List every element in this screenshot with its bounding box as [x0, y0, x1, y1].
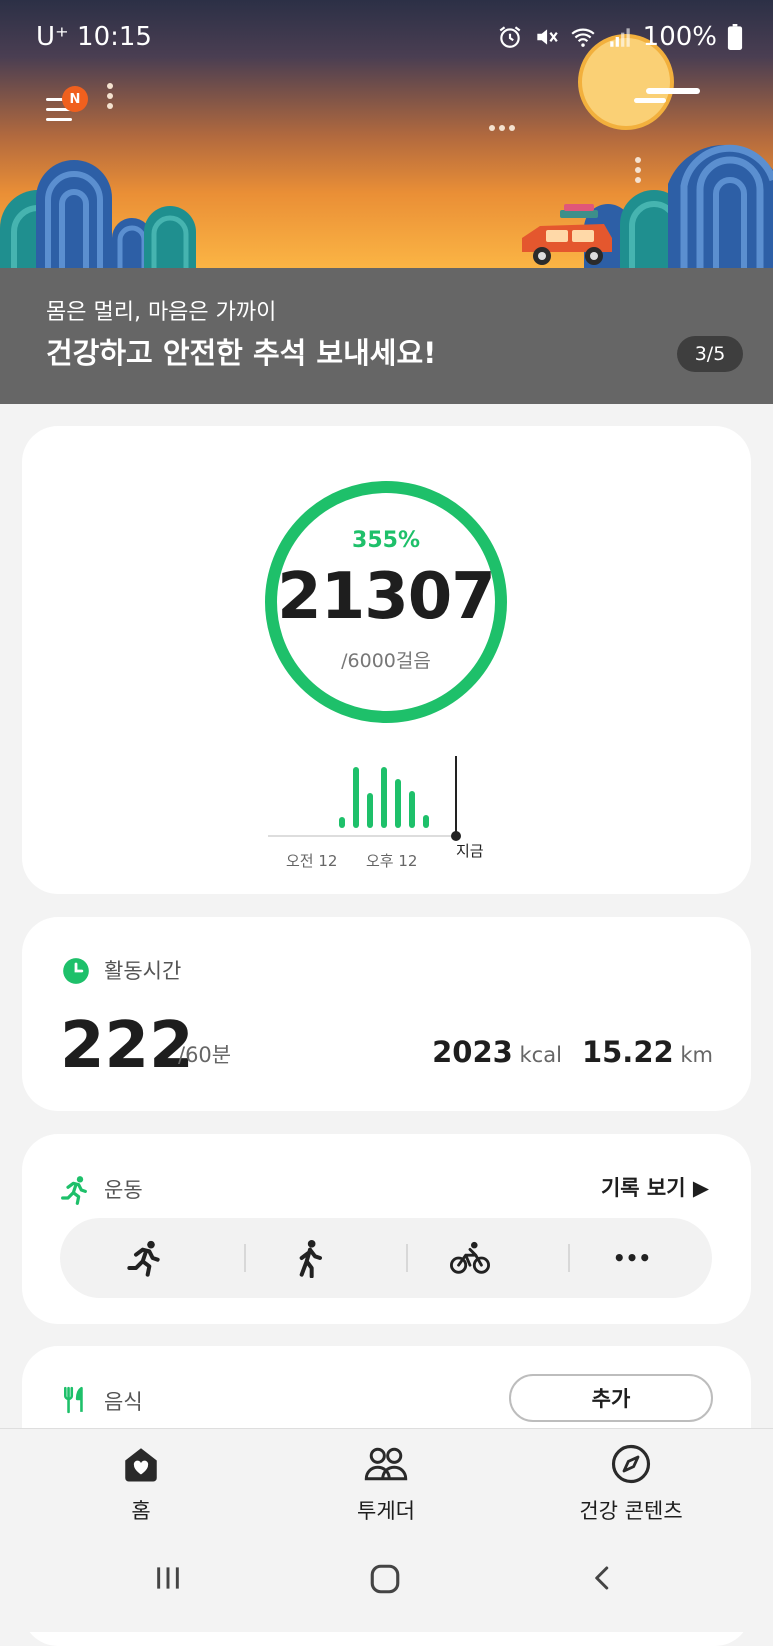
battery-icon [727, 24, 743, 50]
clock: 10:15 [77, 22, 152, 52]
activity-stats: 2023 kcal 15.22 km [432, 1035, 713, 1069]
clock-icon [63, 958, 89, 984]
system-navigation-bar [0, 1528, 773, 1632]
activity-goal: /60분 [178, 1043, 232, 1067]
food-title: 음식 [104, 1390, 143, 1414]
notification-badge: N [62, 86, 88, 112]
battery-percent: 100% [642, 22, 717, 52]
activity-time-card[interactable]: 활동시간 222 /60분 2023 kcal 15.22 km [22, 917, 751, 1111]
history-link[interactable]: 기록 보기 ▶ [601, 1172, 709, 1202]
kcal-unit: kcal [519, 1043, 562, 1067]
home-heart-icon [125, 1448, 157, 1482]
bottom-navigation: 홈 투게더 건강 콘텐츠 [0, 1428, 773, 1529]
activity-title: 활동시간 [104, 959, 182, 983]
promo-banner[interactable]: U⁺ 10:15 100% N 몸은 멀리, 마음은 가까이 건강하고 안전한 … [0, 0, 773, 404]
distance-unit: km [680, 1043, 713, 1067]
steps-ring: 355% 21307 /6000걸음 [260, 476, 512, 728]
running-icon[interactable] [126, 1238, 166, 1278]
exercise-card[interactable]: 운동 기록 보기 ▶ ••• [22, 1134, 751, 1324]
mute-icon [536, 29, 558, 45]
banner-subtitle: 몸은 멀리, 마음은 가까이 [46, 300, 277, 325]
kcal-value: 2023 [432, 1035, 513, 1069]
steps-percent: 355% [352, 528, 420, 553]
steps-card[interactable]: 355% 21307 /6000걸음 오전 12 오후 12 지금 [22, 426, 751, 894]
more-icon[interactable]: ••• [612, 1238, 652, 1278]
nav-home-label: 홈 [131, 1499, 151, 1523]
banner-caption: 몸은 멀리, 마음은 가까이 건강하고 안전한 추석 보내세요! 3/5 [0, 268, 773, 404]
carrier-label: U⁺ [36, 22, 69, 52]
nav-home[interactable]: 홈 [41, 1443, 241, 1525]
banner-page-indicator: 3/5 [677, 336, 743, 372]
compass-icon [611, 1444, 651, 1484]
chart-label-now: 지금 [456, 842, 484, 860]
status-left: U⁺ 10:15 [36, 22, 152, 52]
home-button-icon[interactable] [368, 1562, 402, 1596]
banner-title: 건강하고 안전한 추석 보내세요! [46, 336, 437, 370]
distance-value: 15.22 [581, 1035, 674, 1069]
fork-knife-icon [64, 1386, 83, 1414]
nav-together[interactable]: 투게더 [286, 1443, 486, 1525]
signal-icon [609, 28, 630, 47]
steps-goal: /6000걸음 [341, 650, 431, 672]
activity-minutes: 222 [60, 1009, 194, 1083]
exercise-shortcuts: ••• [60, 1218, 712, 1298]
add-food-button[interactable]: 추가 [509, 1374, 713, 1422]
exercise-title: 운동 [104, 1178, 143, 1202]
steps-count: 21307 [277, 560, 496, 634]
people-icon [364, 1447, 408, 1481]
nav-health-content-label: 건강 콘텐츠 [579, 1499, 683, 1523]
cycling-icon[interactable] [450, 1238, 490, 1278]
chart-label-am: 오전 12 [286, 852, 338, 870]
chart-label-pm: 오후 12 [366, 852, 418, 870]
status-bar: U⁺ 10:15 100% [0, 0, 773, 76]
walking-icon[interactable] [290, 1238, 330, 1278]
back-icon[interactable] [588, 1562, 618, 1594]
wifi-icon [571, 28, 595, 47]
status-right: 100% [497, 22, 743, 52]
alarm-icon [499, 26, 521, 48]
recent-apps-icon[interactable] [152, 1562, 184, 1594]
nav-health-content[interactable]: 건강 콘텐츠 [531, 1443, 731, 1525]
running-green-icon [61, 1176, 87, 1205]
nav-together-label: 투게더 [357, 1499, 415, 1523]
